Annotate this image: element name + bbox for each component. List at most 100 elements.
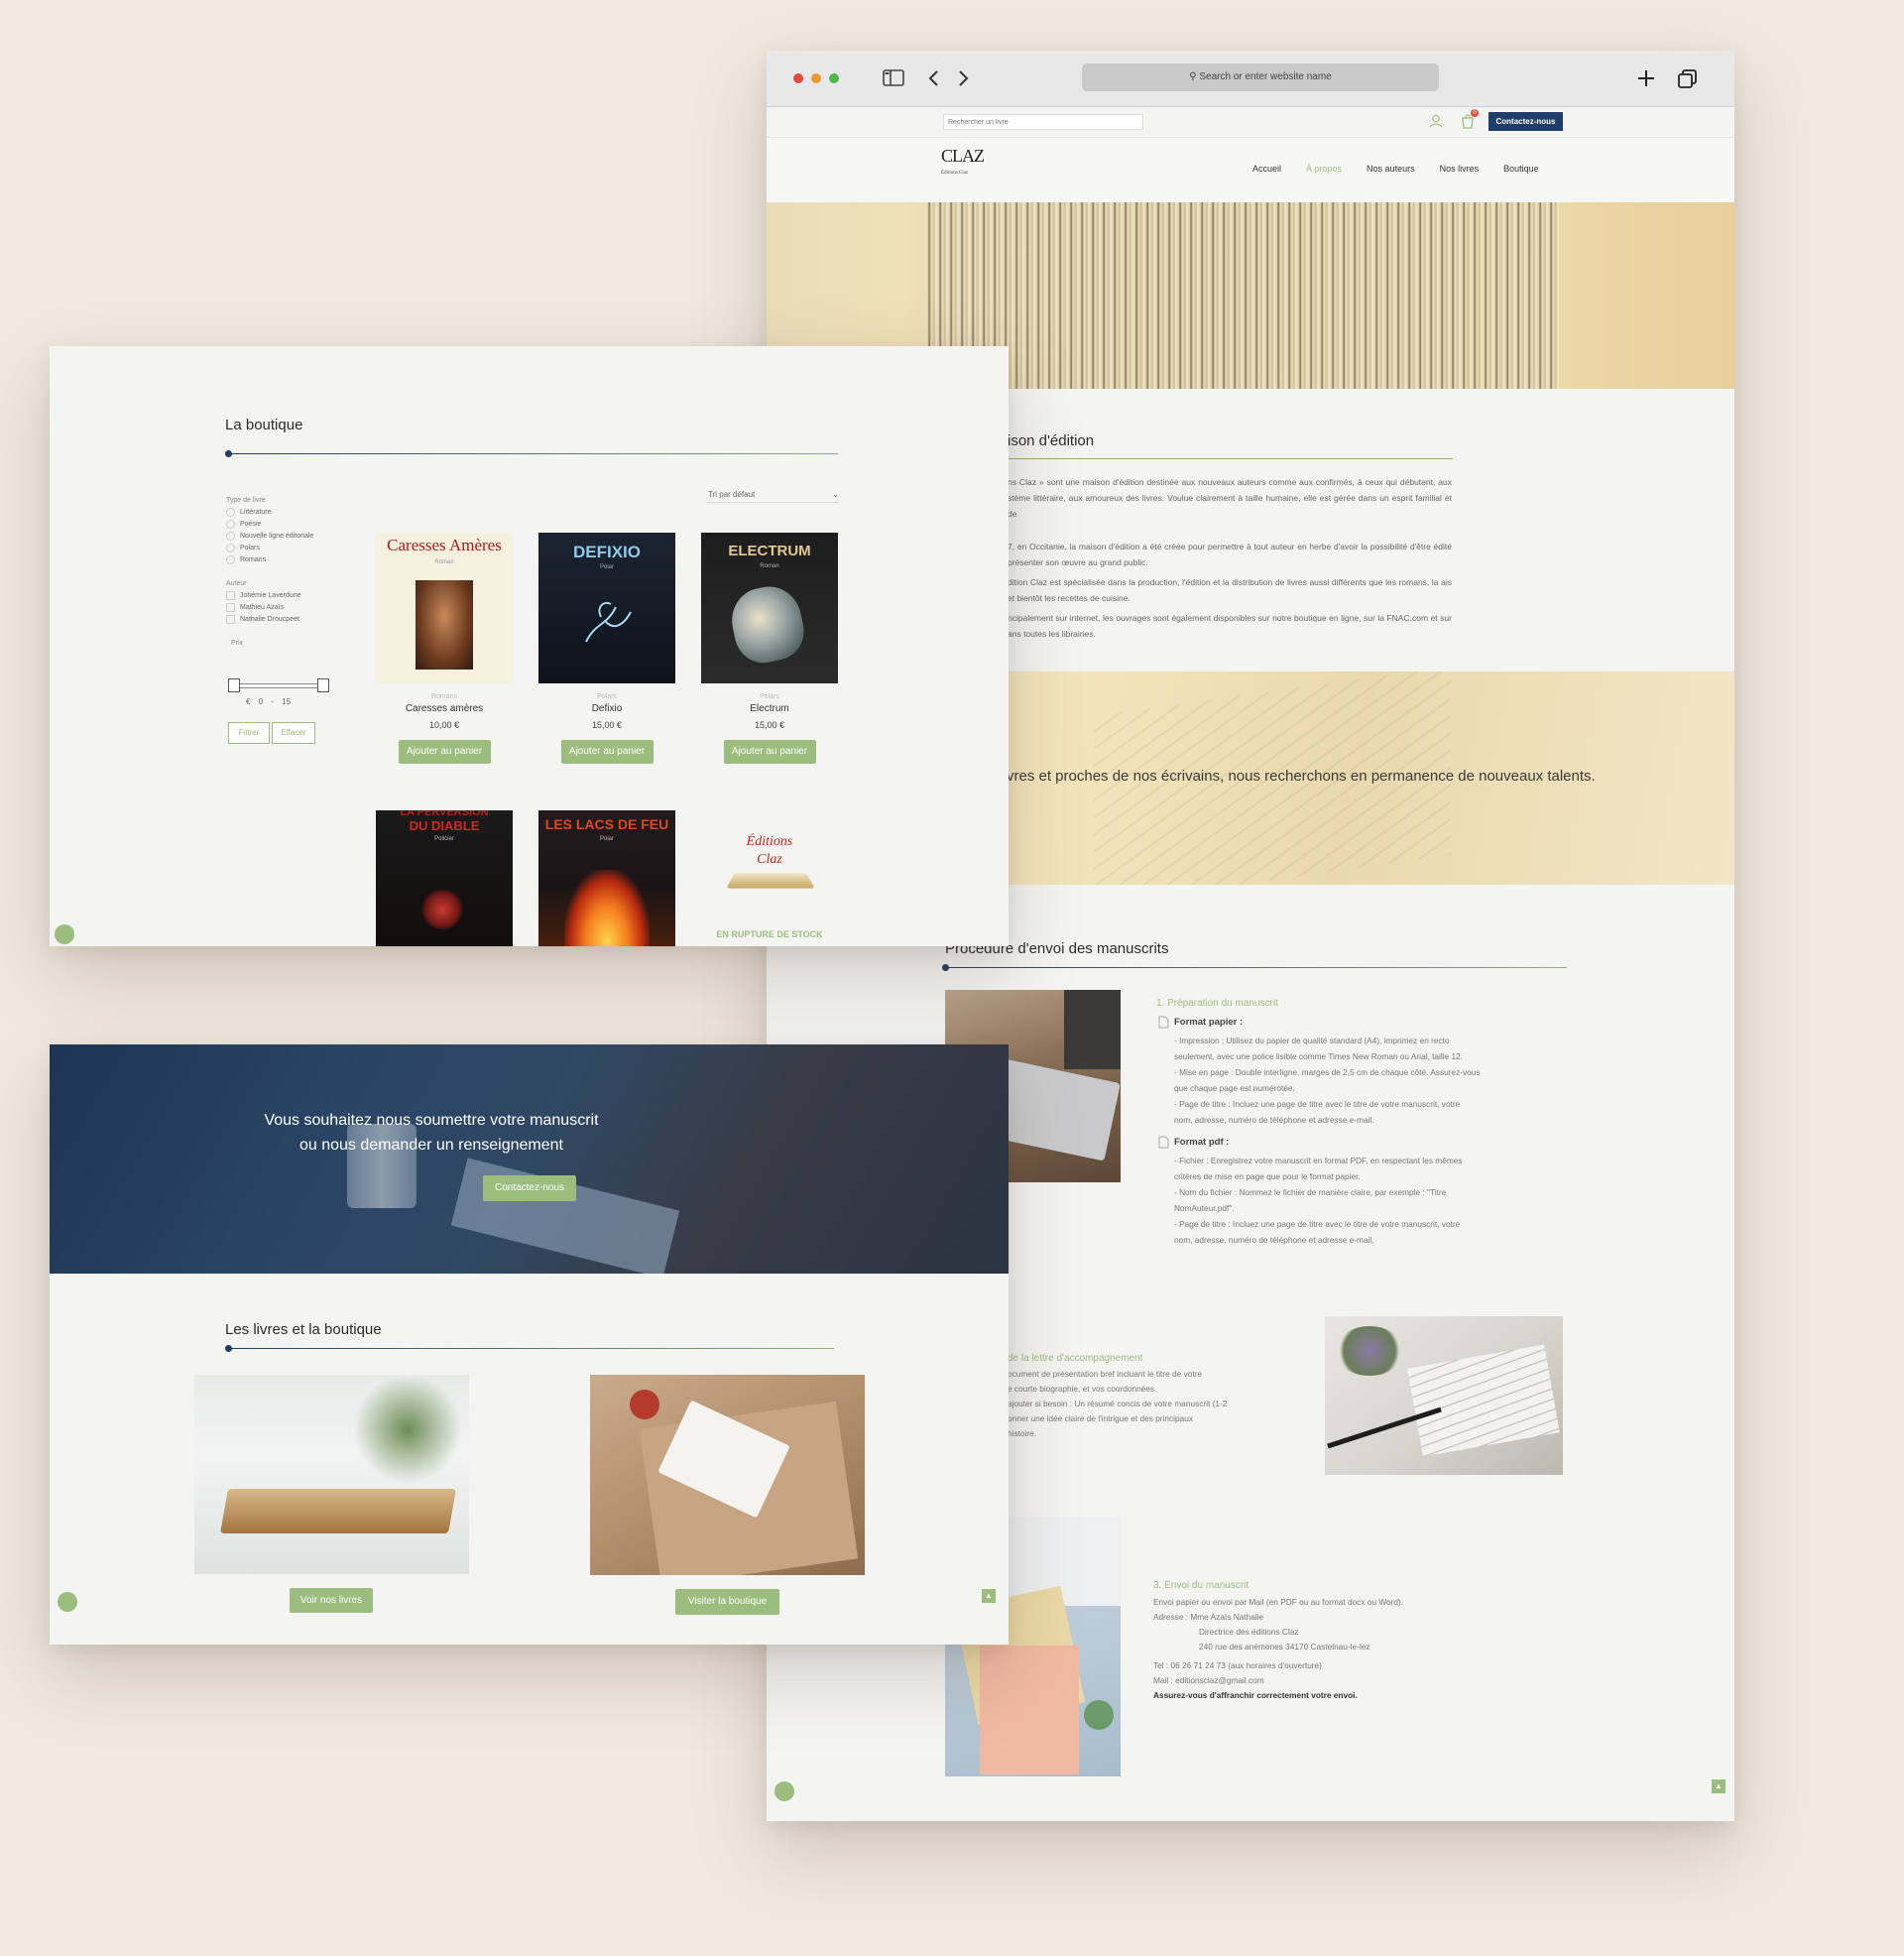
filters-panel: Type de livre Littérature Poésie Nouvell… <box>226 497 335 647</box>
about-paragraph: dition Claz est spécialisée dans la prod… <box>1008 577 1452 603</box>
author-option[interactable]: Mathieu Azaïs <box>226 602 335 614</box>
search-icon: ⚲ <box>1189 71 1197 82</box>
clear-button[interactable]: Effacer <box>272 722 315 744</box>
product-category: Polars <box>597 693 617 700</box>
cookie-consent-icon[interactable] <box>774 1781 794 1801</box>
chevron-down-icon: ⌄ <box>832 490 839 499</box>
hero-contact-button[interactable]: Contactez-nous <box>483 1175 576 1201</box>
about-heading: ison d'édition <box>1008 432 1095 449</box>
open-book-photo[interactable] <box>194 1375 469 1574</box>
book-cover: Caresses Amères Roman <box>376 533 513 683</box>
type-option[interactable]: Poésie <box>226 519 335 531</box>
sort-select[interactable]: Tri par défaut ⌄ <box>708 490 839 503</box>
pdf-format-text: - Fichier : Enregistrez votre manuscrit … <box>1174 1156 1463 1245</box>
address-bar[interactable]: ⚲ Search or enter website name <box>1082 63 1439 91</box>
hero-title-line1: Vous souhaitez nous soumettre votre manu… <box>264 1112 599 1129</box>
product-name[interactable]: Caresses amères <box>376 703 513 714</box>
step2-text: ocument de présentation bref incluant le… <box>1008 1369 1228 1438</box>
header-contact-button[interactable]: Contactez-nous <box>1488 112 1563 131</box>
add-to-cart-button[interactable]: Ajouter au panier <box>560 740 654 764</box>
product-card[interactable]: Caresses Amères Roman Romans Caresses am… <box>376 533 513 764</box>
price-range-values: € 0 - 15 <box>246 697 292 706</box>
author-option[interactable]: Johémie Laverdune <box>226 590 335 602</box>
manuscript-hero: Vous souhaitez nous soumettre votre manu… <box>50 1044 1009 1274</box>
site-logo[interactable]: CLAZ Éditions Claz <box>941 146 985 193</box>
book-cover[interactable]: LA PERVERSION DU DIABLE Policier <box>376 810 513 946</box>
product-price: 10,00 € <box>428 720 460 730</box>
back-icon[interactable] <box>928 69 940 87</box>
new-tab-icon[interactable] <box>1636 68 1656 88</box>
type-option[interactable]: Polars <box>226 543 335 554</box>
paper-format-title: Format papier : <box>1174 1017 1244 1028</box>
letter-and-flowers-photo <box>1325 1316 1563 1475</box>
user-icon[interactable] <box>1429 114 1443 128</box>
logo-subtitle: Éditions Claz <box>941 171 969 176</box>
nav-boutique[interactable]: Boutique <box>1503 164 1539 174</box>
see-books-button[interactable]: Voir nos livres <box>290 1588 373 1613</box>
product-card[interactable]: DEFIXIO Polar Polars Defixio 15,00 € Ajo… <box>538 533 675 764</box>
minimize-window-button[interactable] <box>811 73 821 83</box>
filter-button[interactable]: Filtrer <box>228 722 270 744</box>
cookie-consent-icon[interactable] <box>55 924 74 944</box>
out-of-stock-product[interactable]: Éditions Claz EN RUPTURE DE STOCK <box>701 810 838 946</box>
product-name[interactable]: Electrum <box>701 703 838 714</box>
pdf-format-title: Format pdf : <box>1174 1137 1230 1148</box>
scroll-to-top-button[interactable]: ▲ <box>1712 1779 1726 1793</box>
sidebar-toggle-icon[interactable] <box>883 69 904 86</box>
price-slider-max-handle[interactable] <box>317 678 329 692</box>
book-cover: ELECTRUM Roman <box>701 533 838 683</box>
book-cover: DEFIXIO Polar <box>538 533 675 683</box>
site-search-input[interactable] <box>943 114 1143 130</box>
author-option[interactable]: Nathalie Droucpeet <box>226 614 335 626</box>
browser-toolbar: ⚲ Search or enter website name <box>767 51 1734 107</box>
add-to-cart-button[interactable]: Ajouter au panier <box>723 740 816 764</box>
shop-screen: La boutique Tri par défaut ⌄ Type de liv… <box>50 346 1009 946</box>
add-to-cart-button[interactable]: Ajouter au panier <box>398 740 491 764</box>
about-paragraph: ns Claz » sont une maison d'édition dest… <box>1008 477 1452 519</box>
out-of-stock-badge: EN RUPTURE DE STOCK <box>716 929 823 939</box>
author-filter-label: Auteur <box>226 580 247 587</box>
product-price: 15,00 € <box>591 720 623 730</box>
shop-heading: La boutique <box>225 417 303 433</box>
about-paragraph: 7, en Occitanie, la maison d'édition a é… <box>1008 542 1452 567</box>
visit-shop-button[interactable]: Visiter la boutique <box>675 1589 779 1615</box>
editions-claz-logo: Éditions Claz <box>701 810 838 910</box>
banner-text: vres et proches de nos écrivains, nous r… <box>1007 768 1596 785</box>
product-card[interactable]: ELECTRUM Roman Polars Electrum 15,00 € A… <box>701 533 838 764</box>
address-placeholder: Search or enter website name <box>1199 71 1332 82</box>
close-window-button[interactable] <box>793 73 803 83</box>
site-topbar: 0 Contactez-nous <box>767 107 1734 138</box>
price-filter-label: Prix <box>231 640 244 647</box>
step3-title: 3. Envoi du manuscrit <box>1153 1580 1250 1591</box>
product-price: 15,00 € <box>754 720 785 730</box>
nav-nos-auteurs[interactable]: Nos auteurs <box>1367 164 1415 174</box>
nav-accueil[interactable]: Accueil <box>1252 164 1281 174</box>
price-slider-min-handle[interactable] <box>228 678 240 692</box>
price-slider[interactable] <box>228 678 329 692</box>
logo-mark: CLAZ <box>941 146 985 166</box>
home-screen: Vous souhaitez nous soumettre votre manu… <box>50 1044 1009 1645</box>
hero-title-line2: ou nous demander un renseignement <box>299 1137 563 1154</box>
type-option[interactable]: Littérature <box>226 507 335 519</box>
type-option[interactable]: Romans <box>226 554 335 566</box>
forward-icon[interactable] <box>957 69 969 87</box>
book-cover[interactable]: LES LACS DE FEU Polar <box>538 810 675 946</box>
step3-text: Envoi papier ou envoi par Mail (en PDF o… <box>1153 1597 1404 1700</box>
type-filter-label: Type de livre <box>226 497 266 504</box>
cart-count-badge: 0 <box>1471 109 1479 117</box>
document-icon <box>1158 1016 1169 1029</box>
document-icon <box>1158 1136 1169 1149</box>
maximize-window-button[interactable] <box>829 73 839 83</box>
tabs-overview-icon[interactable] <box>1677 68 1699 90</box>
nav-a-propos[interactable]: À propos <box>1306 164 1342 174</box>
step2-title: de la lettre d'accompagnement <box>1008 1353 1143 1364</box>
gift-package-photo[interactable] <box>590 1375 865 1575</box>
cookie-consent-icon[interactable] <box>58 1592 77 1612</box>
scroll-to-top-button[interactable]: ▲ <box>982 1589 996 1603</box>
step1-title: 1. Préparation du manuscrit <box>1156 998 1278 1009</box>
type-option[interactable]: Nouvelle ligne éditoriale <box>226 531 335 543</box>
product-name[interactable]: Defixio <box>538 703 675 714</box>
site-header: CLAZ Éditions Claz Accueil À propos Nos … <box>767 138 1734 201</box>
product-category: Polars <box>760 693 779 700</box>
nav-nos-livres[interactable]: Nos livres <box>1440 164 1480 174</box>
